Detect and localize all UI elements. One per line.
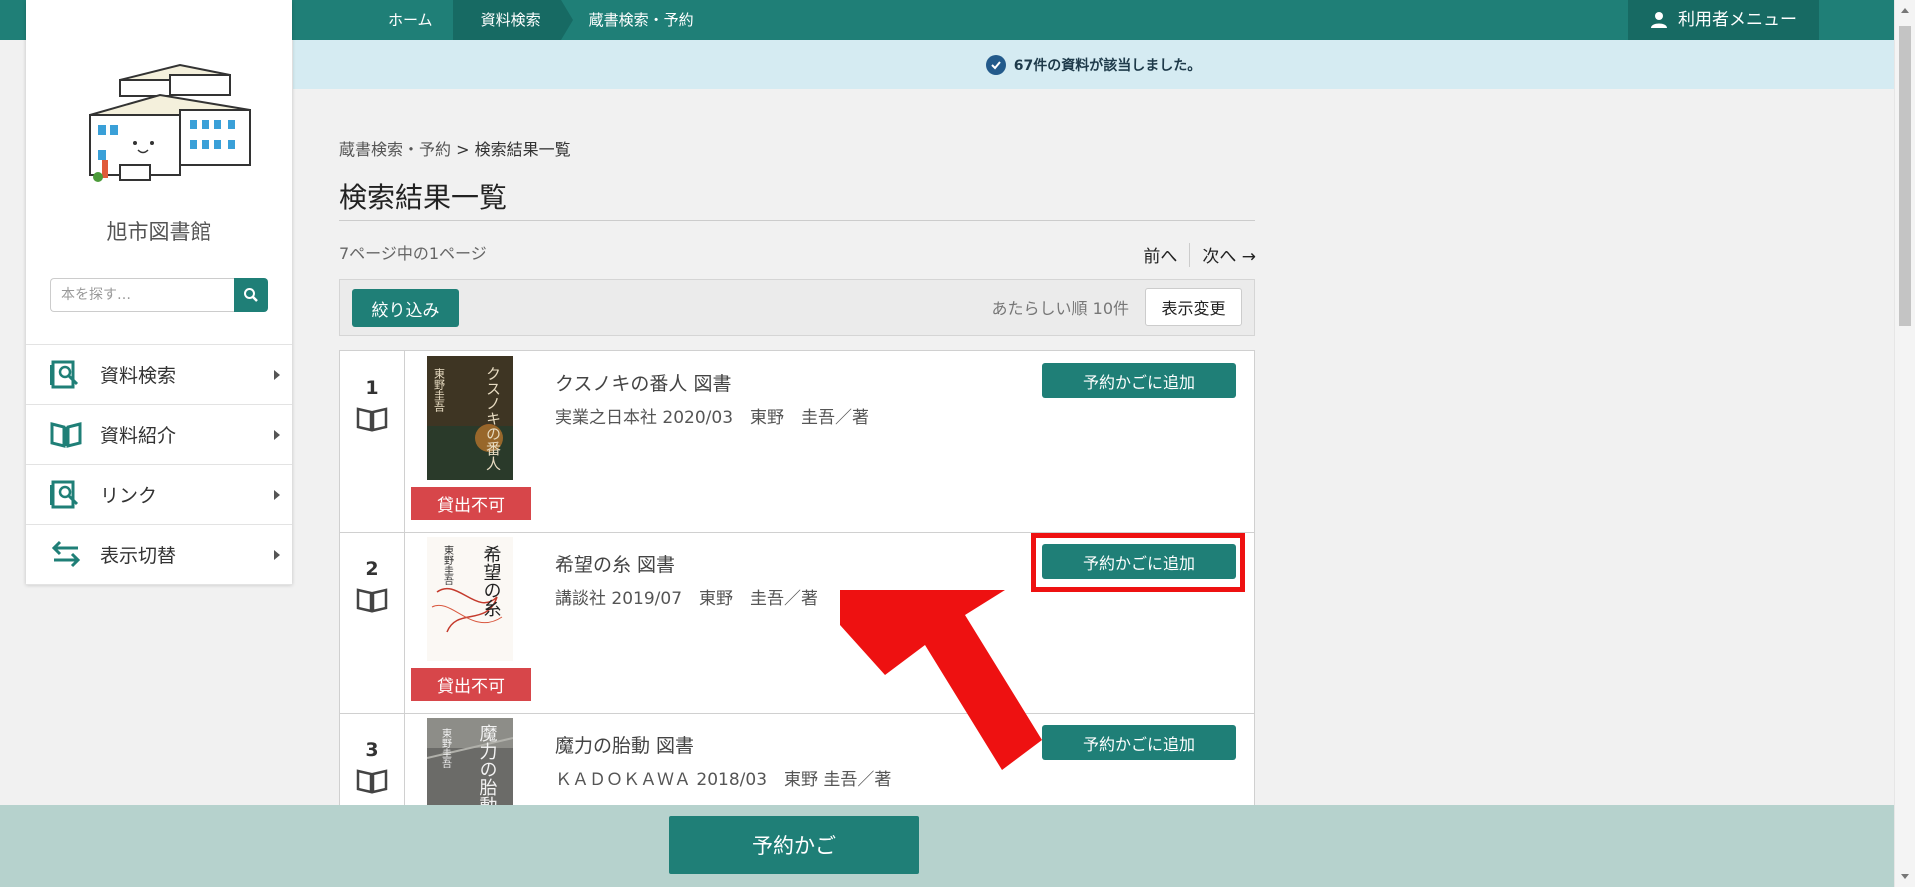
book-cover-image[interactable]: 希望の糸 東野圭吾: [427, 537, 513, 661]
reservation-cart-button[interactable]: 予約かご: [669, 816, 919, 874]
book-title-link[interactable]: 希望の糸 図書: [555, 550, 675, 577]
book-search-input[interactable]: [50, 278, 234, 312]
filter-button[interactable]: 絞り込み: [352, 289, 459, 327]
results-toolbar: 絞り込み あたらしい順 10件 表示変更: [339, 279, 1255, 336]
pointer-arrow-icon: [840, 590, 1042, 770]
sidebar-item-label: 資料紹介: [100, 425, 177, 447]
caret-right-icon: [274, 550, 280, 560]
book-cover-image[interactable]: 魔力の胎動 東野圭吾: [427, 718, 513, 807]
nav-catalog-search[interactable]: 蔵書検索・予約: [561, 0, 714, 40]
sidebar-menu: 資料検索 資料紹介 リンク 表示切替: [26, 344, 292, 585]
status-badge: 貸出不可: [411, 668, 531, 701]
scroll-down-icon[interactable]: [1901, 874, 1909, 879]
breadcrumb: 蔵書検索・予約 > 検索結果一覧: [339, 136, 571, 160]
result-row: 3 魔力の胎動 東野圭吾 魔力の胎動 図書 ＫＡＤＯＫＡＷＡ 2018/03 東…: [340, 713, 1254, 807]
sidebar-search: [50, 278, 268, 312]
sidebar-item-label: 表示切替: [100, 545, 177, 567]
book-title-link[interactable]: 魔力の胎動 図書: [555, 731, 694, 758]
book-cover-author: 東野圭吾: [440, 727, 452, 769]
result-number-cell: 3: [340, 713, 405, 806]
prev-page-link[interactable]: 前へ: [1143, 242, 1177, 267]
nav-material-search[interactable]: 資料検索: [452, 0, 573, 40]
swap-arrows-icon: [51, 540, 81, 568]
book-cover-title: クスノキの番人: [484, 366, 502, 471]
scrollbar-thumb[interactable]: [1899, 26, 1911, 326]
open-book-icon: [356, 407, 388, 432]
user-menu-label: 利用者メニュー: [1678, 10, 1797, 30]
book-cover-author: 東野圭吾: [442, 544, 454, 586]
sidebar-item-material-intro[interactable]: 資料紹介: [26, 405, 292, 465]
caret-right-icon: [274, 490, 280, 500]
sidebar-item-material-search[interactable]: 資料検索: [26, 345, 292, 405]
open-book-icon: [356, 588, 388, 613]
notice-text: 67件の資料が該当しました。: [1013, 57, 1202, 74]
bottom-cart-bar: 予約かご: [0, 805, 1894, 887]
result-number: 3: [365, 739, 379, 761]
library-building-logo[interactable]: [80, 55, 260, 190]
book-cover-author: 東野圭吾: [433, 368, 446, 413]
search-icon: [244, 288, 258, 302]
scrollbar[interactable]: [1894, 0, 1915, 887]
book-title-link[interactable]: クスノキの番人 図書: [555, 369, 731, 396]
search-button[interactable]: [234, 278, 268, 312]
result-number-cell: 1: [340, 351, 405, 532]
book-cover-image[interactable]: クスノキの番人 東野圭吾: [427, 356, 513, 480]
sidebar: 旭市図書館 資料検索 資料紹介 リンク 表示切替: [26, 0, 292, 585]
add-to-cart-button[interactable]: 予約かごに追加: [1042, 725, 1236, 760]
pager-divider: [1189, 242, 1191, 267]
result-number: 1: [365, 377, 379, 399]
open-book-icon: [50, 422, 82, 448]
result-number: 2: [365, 558, 379, 580]
breadcrumb-link-catalog[interactable]: 蔵書検索・予約: [339, 140, 451, 159]
nav-breadcrumb: ホーム 資料検索 蔵書検索・予約: [360, 0, 714, 40]
highlight-box: [1031, 533, 1245, 592]
check-circle-icon: [985, 54, 1006, 75]
user-icon: [1651, 12, 1667, 28]
result-number-cell: 2: [340, 532, 405, 713]
add-to-cart-button[interactable]: 予約かごに追加: [1042, 363, 1236, 398]
book-meta: 実業之日本社 2020/03 東野 圭吾／著: [555, 408, 870, 428]
display-change-button[interactable]: 表示変更: [1145, 288, 1242, 326]
caret-right-icon: [274, 370, 280, 380]
search-book-icon: [50, 480, 79, 509]
open-book-icon: [356, 769, 388, 794]
sidebar-item-links[interactable]: リンク: [26, 465, 292, 525]
sidebar-item-label: 資料検索: [100, 365, 177, 387]
page-title: 検索結果一覧: [339, 181, 508, 214]
search-book-icon: [50, 360, 79, 389]
sidebar-item-label: リンク: [100, 485, 158, 507]
breadcrumb-separator: >: [456, 140, 470, 159]
result-notice: 67件の資料が該当しました。: [293, 40, 1894, 89]
book-cover-title: 魔力の胎動: [477, 724, 498, 807]
sidebar-item-display-switch[interactable]: 表示切替: [26, 525, 292, 585]
user-menu-button[interactable]: 利用者メニュー: [1628, 0, 1819, 40]
title-divider: [339, 220, 1255, 221]
nav-home[interactable]: ホーム: [360, 0, 453, 40]
status-badge: 貸出不可: [411, 487, 531, 520]
scroll-up-icon[interactable]: [1901, 8, 1909, 13]
result-row: 1 クスノキの番人 東野圭吾 貸出不可 クスノキの番人 図書 実業之日本社 20…: [340, 351, 1254, 533]
next-page-link[interactable]: 次へ →: [1202, 242, 1256, 267]
sort-info: あたらしい順 10件: [991, 299, 1129, 318]
caret-right-icon: [274, 430, 280, 440]
pager: 前へ 次へ →: [1143, 242, 1256, 267]
breadcrumb-current: 検索結果一覧: [474, 140, 571, 159]
library-name: 旭市図書館: [106, 220, 212, 244]
book-meta: 講談社 2019/07 東野 圭吾／著: [555, 589, 819, 609]
page-info: 7ページ中の1ページ: [339, 244, 487, 263]
book-cover-title: 希望の糸: [481, 545, 502, 617]
